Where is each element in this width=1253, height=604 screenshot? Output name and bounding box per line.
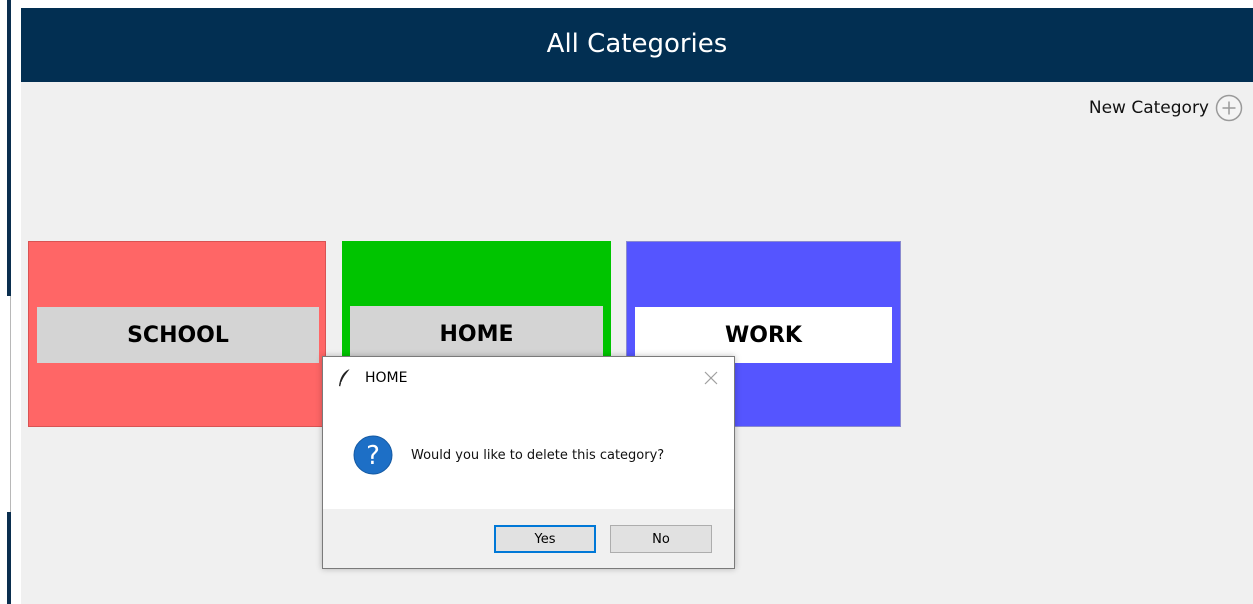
dialog-footer: Yes No bbox=[323, 509, 734, 568]
category-card-school[interactable]: SCHOOL bbox=[28, 241, 326, 427]
plus-circle-icon[interactable] bbox=[1215, 94, 1243, 122]
dialog-titlebar[interactable]: HOME bbox=[323, 357, 734, 401]
background-window-edge-lower bbox=[7, 512, 11, 604]
dialog-body: ? Would you like to delete this category… bbox=[323, 401, 734, 509]
category-label-home[interactable]: HOME bbox=[350, 306, 603, 362]
new-category-label: New Category bbox=[1088, 98, 1209, 118]
category-label-work[interactable]: WORK bbox=[635, 307, 892, 363]
new-category-button[interactable]: New Category bbox=[1089, 94, 1243, 122]
dialog-title: HOME bbox=[365, 370, 408, 386]
desktop: All Categories New Category SCHOOL HOME … bbox=[0, 0, 1253, 604]
yes-button[interactable]: Yes bbox=[494, 525, 596, 553]
page-title: All Categories bbox=[546, 29, 728, 59]
background-window-edge bbox=[7, 0, 11, 296]
background-window-border bbox=[10, 296, 11, 512]
feather-icon bbox=[339, 368, 351, 387]
no-button[interactable]: No bbox=[610, 525, 712, 553]
question-icon: ? bbox=[353, 435, 393, 475]
header-bar: All Categories bbox=[21, 8, 1253, 82]
dialog-message: Would you like to delete this category? bbox=[411, 448, 665, 463]
svg-text:?: ? bbox=[366, 441, 380, 471]
category-label-school[interactable]: SCHOOL bbox=[37, 307, 319, 363]
delete-confirm-dialog: HOME ? Would you like to delete this cat… bbox=[322, 356, 735, 569]
close-icon[interactable] bbox=[702, 369, 720, 387]
